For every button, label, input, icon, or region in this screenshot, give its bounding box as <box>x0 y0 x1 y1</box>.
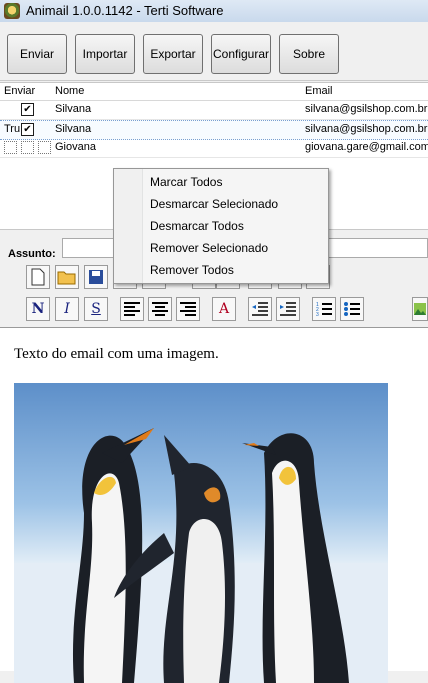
send-checkbox[interactable] <box>4 141 17 154</box>
menu-item-unmark-selected[interactable]: Desmarcar Selecionado <box>150 197 278 211</box>
column-email[interactable]: Email <box>305 85 333 97</box>
outdent-icon[interactable] <box>248 297 272 321</box>
numbered-list-icon[interactable]: 123 <box>312 297 336 321</box>
send-checkbox[interactable]: ✔ <box>21 123 34 136</box>
editor-toolbar-format: N I S A 123 <box>0 297 428 327</box>
open-folder-icon[interactable] <box>55 265 79 289</box>
send-checkbox[interactable]: ✔ <box>21 103 34 116</box>
svg-text:3: 3 <box>316 312 319 317</box>
app-icon <box>4 3 20 19</box>
new-document-icon[interactable] <box>26 265 50 289</box>
name-cell: Silvana <box>55 123 92 135</box>
menu-item-remove-all[interactable]: Remover Todos <box>150 263 234 277</box>
menu-item-unmark-all[interactable]: Desmarcar Todos <box>150 219 244 233</box>
bold-button[interactable]: N <box>26 297 50 321</box>
configure-button[interactable]: Configurar <box>211 34 271 74</box>
about-button[interactable]: Sobre <box>279 34 339 74</box>
import-button[interactable]: Importar <box>75 34 135 74</box>
email-editor[interactable]: Texto do email com uma imagem. <box>0 327 428 683</box>
title-bar: Animail 1.0.0.1142 - Terti Software <box>0 0 428 23</box>
column-send[interactable]: Enviar <box>4 85 35 97</box>
send-cell: Tru <box>4 123 21 135</box>
column-name[interactable]: Nome <box>55 85 84 97</box>
menu-item-mark-all[interactable]: Marcar Todos <box>150 175 222 189</box>
align-right-icon[interactable] <box>176 297 200 321</box>
send-checkbox[interactable] <box>21 141 34 154</box>
underline-button[interactable]: S <box>84 297 108 321</box>
subject-label: Assunto: <box>8 248 56 260</box>
italic-button[interactable]: I <box>55 297 79 321</box>
name-cell: Silvana <box>55 103 92 115</box>
name-cell: Giovana <box>55 141 96 153</box>
send-checkbox[interactable] <box>38 141 51 154</box>
grid-header: Enviar Nome Email <box>0 83 428 101</box>
menu-icon-gutter <box>114 169 143 283</box>
save-icon[interactable] <box>84 265 108 289</box>
menu-item-remove-selected[interactable]: Remover Selecionado <box>150 241 268 255</box>
table-row[interactable]: Giovana giovana.gare@gmail.com <box>0 139 428 158</box>
email-body-text: Texto do email com uma imagem. <box>14 346 219 362</box>
main-toolbar: Enviar Importar Exportar Configurar Sobr… <box>0 22 428 81</box>
export-button[interactable]: Exportar <box>143 34 203 74</box>
indent-icon[interactable] <box>276 297 300 321</box>
send-button[interactable]: Enviar <box>7 34 67 74</box>
table-row[interactable]: Tru ✔ Silvana silvana@gsilshop.com.br <box>0 120 428 140</box>
table-row[interactable]: ✔ Silvana silvana@gsilshop.com.br <box>0 101 428 120</box>
email-cell: silvana@gsilshop.com.br <box>305 103 428 115</box>
align-left-icon[interactable] <box>120 297 144 321</box>
email-cell: silvana@gsilshop.com.br <box>305 123 428 135</box>
context-menu: Marcar Todos Desmarcar Selecionado Desma… <box>113 168 329 284</box>
align-center-icon[interactable] <box>148 297 172 321</box>
font-color-button[interactable]: A <box>212 297 236 321</box>
embedded-penguin-image <box>14 383 388 683</box>
bullet-list-icon[interactable] <box>340 297 364 321</box>
email-cell: giovana.gare@gmail.com <box>305 141 428 153</box>
window-title: Animail 1.0.0.1142 - Terti Software <box>26 3 224 18</box>
insert-image-icon[interactable] <box>412 297 428 321</box>
